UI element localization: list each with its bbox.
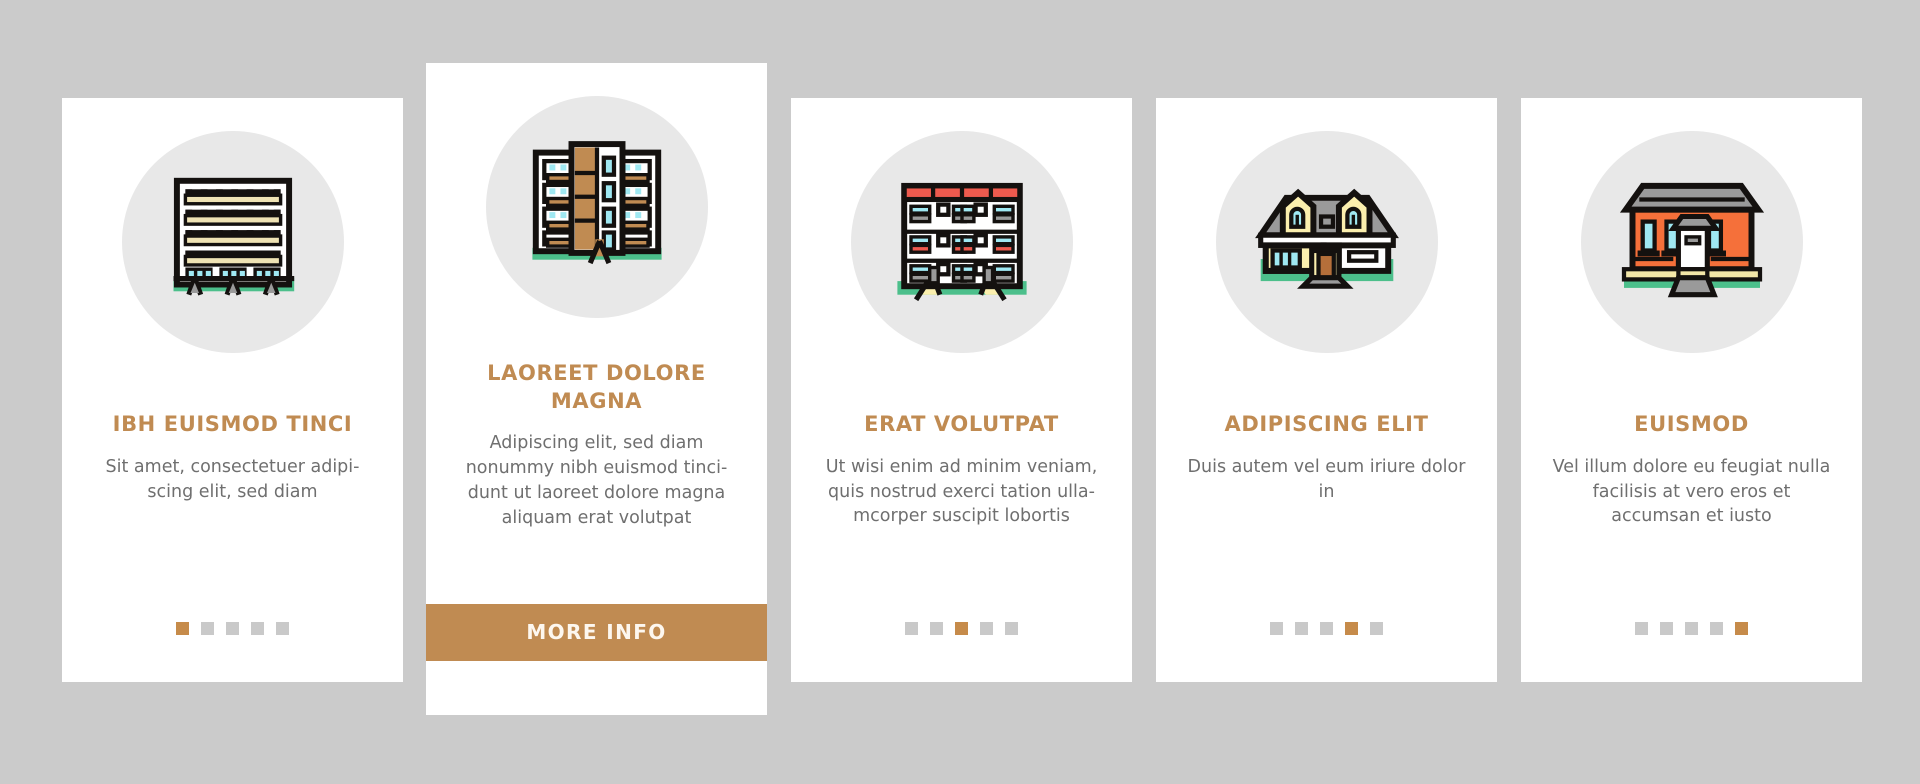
card-title: IBH EUISMOD TINCI xyxy=(112,412,353,436)
suburban-house-dormers-icon xyxy=(1254,188,1399,289)
icon-container-2 xyxy=(485,96,708,318)
pagination-dot[interactable] xyxy=(980,622,993,635)
pagination-dot[interactable] xyxy=(905,622,918,635)
more-info-button[interactable]: MORE INFO xyxy=(426,604,767,661)
pagination-dot[interactable] xyxy=(251,622,264,635)
apartment-building-red-roof-icon xyxy=(896,182,1027,302)
card-description: Vel illum dolore eu feugiat nulla facili… xyxy=(1552,456,1831,527)
apartment-block-balconies-icon xyxy=(173,177,294,296)
pagination-dots-4[interactable] xyxy=(1270,622,1383,635)
pagination-dot[interactable] xyxy=(1735,622,1748,635)
pagination-dot[interactable] xyxy=(1635,622,1648,635)
pagination-dot[interactable] xyxy=(176,622,189,635)
pagination-dot[interactable] xyxy=(955,622,968,635)
pagination-dot[interactable] xyxy=(1270,622,1283,635)
twin-tower-residential-icon xyxy=(531,141,662,265)
pagination-dot[interactable] xyxy=(930,622,943,635)
onboarding-card-5[interactable]: EUISMOD Vel illum dolore eu feugiat null… xyxy=(1521,98,1862,682)
pagination-dot[interactable] xyxy=(1005,622,1018,635)
onboarding-card-3[interactable]: ERAT VOLUTPAT Ut wisi enim ad minim veni… xyxy=(791,98,1132,682)
onboarding-card-2-featured[interactable]: LAOREET DOLORE MAGNA Adipiscing elit, se… xyxy=(426,63,767,715)
icon-container-3 xyxy=(850,131,1073,353)
card-title: ERAT VOLUTPAT xyxy=(864,412,1059,436)
pagination-dots-1[interactable] xyxy=(176,622,289,635)
pagination-dot[interactable] xyxy=(226,622,239,635)
pagination-dot[interactable] xyxy=(276,622,289,635)
card-title: EUISMOD xyxy=(1634,412,1749,436)
onboarding-card-4[interactable]: ADIPISCING ELIT Duis autem vel eum iriur… xyxy=(1156,98,1497,682)
icon-container-4 xyxy=(1215,131,1438,353)
card-footer-area xyxy=(426,661,767,715)
onboarding-card-1[interactable]: IBH EUISMOD TINCI Sit amet, consectetuer… xyxy=(62,98,403,682)
pagination-dot[interactable] xyxy=(1685,622,1698,635)
orange-brick-house-icon xyxy=(1619,182,1764,298)
card-title: ADIPISCING ELIT xyxy=(1224,412,1429,436)
pagination-dot[interactable] xyxy=(1345,622,1358,635)
icon-container-5 xyxy=(1580,131,1803,353)
card-description: Sit amet, consectetuer adipi-scing elit,… xyxy=(105,456,360,502)
pagination-dots-3[interactable] xyxy=(905,622,1018,635)
pagination-dot[interactable] xyxy=(1370,622,1383,635)
card-description: Ut wisi enim ad minim veniam, quis nostr… xyxy=(825,456,1098,527)
pagination-dot[interactable] xyxy=(201,622,214,635)
pagination-dots-5[interactable] xyxy=(1635,622,1748,635)
card-description: Adipiscing elit, sed diam nonummy nibh e… xyxy=(465,433,728,528)
onboarding-screens-stage: IBH EUISMOD TINCI Sit amet, consectetuer… xyxy=(0,0,1920,784)
icon-container-1 xyxy=(121,131,344,353)
pagination-dot[interactable] xyxy=(1710,622,1723,635)
pagination-dot[interactable] xyxy=(1320,622,1333,635)
card-description: Duis autem vel eum iriure dolor in xyxy=(1187,456,1466,502)
pagination-dot[interactable] xyxy=(1295,622,1308,635)
card-title: LAOREET DOLORE MAGNA xyxy=(487,361,706,413)
pagination-dot[interactable] xyxy=(1660,622,1673,635)
